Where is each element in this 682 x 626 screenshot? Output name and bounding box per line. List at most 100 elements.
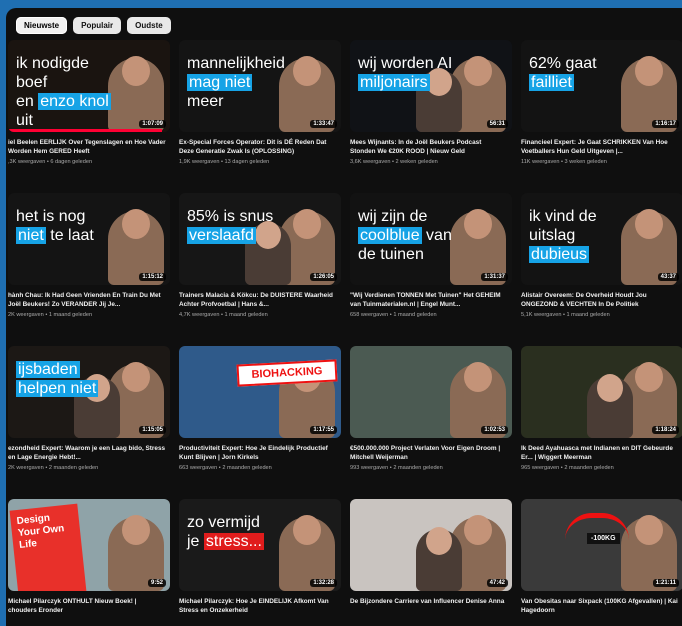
thumbnail-caption-text: de tuinen bbox=[358, 246, 424, 263]
thumbnail-weight-label: -100KG bbox=[587, 533, 620, 544]
video-title[interactable]: Van Obesitas naar Sixpack (100KG Afgeval… bbox=[521, 597, 682, 615]
video-title[interactable]: ezondheid Expert: Waarom je een Laag bid… bbox=[8, 444, 170, 462]
video-duration: 43:37 bbox=[657, 273, 679, 281]
thumbnail-caption-text: niet bbox=[16, 227, 46, 244]
video-thumbnail[interactable]: mannelijkheid mag niet meer 1:33:47 bbox=[179, 40, 341, 132]
video-card[interactable]: wij worden AI miljonairs 56:31 Mees Wijnant… bbox=[350, 40, 512, 193]
video-duration: 1:21:11 bbox=[652, 579, 679, 587]
video-title[interactable]: Mees Wijnants: In de Joël Beukers Podcas… bbox=[350, 138, 512, 156]
video-title[interactable]: iel Beelen EERLIJK Over Tegenslagen en H… bbox=[8, 138, 170, 156]
video-duration: 1:32:28 bbox=[310, 579, 337, 587]
video-card[interactable]: 62% gaat failliet 1:16:17 Financieel Expert… bbox=[521, 40, 682, 193]
thumbnail-caption-text: uit bbox=[16, 112, 33, 129]
thumbnail-caption: wij zijn de coolblue van de tuinen bbox=[358, 207, 454, 264]
video-thumbnail[interactable]: 47:42 bbox=[350, 499, 512, 591]
video-duration: 1:18:24 bbox=[652, 426, 679, 434]
video-card[interactable]: -100KG 1:21:11 Van Obesitas naar Sixpack (… bbox=[521, 499, 682, 626]
video-meta: 1,9K weergaven • 13 dagen geleden bbox=[179, 159, 270, 165]
video-grid: ik nodigde boef en enzo knol uit 1:07:09 ie… bbox=[8, 40, 682, 626]
video-duration: 1:02:53 bbox=[481, 426, 508, 434]
video-meta: 2K weergaven • 1 maand geleden bbox=[8, 312, 93, 318]
thumbnail-caption-text: coolblue bbox=[358, 227, 422, 244]
video-meta: 3,6K weergaven • 2 weken geleden bbox=[350, 159, 438, 165]
video-meta: ,3K weergaven • 6 dagen geleden bbox=[8, 159, 93, 165]
video-title[interactable]: Michael Pilarczyk ONTHULT Nieuw Boek! | … bbox=[8, 597, 170, 615]
video-thumbnail[interactable]: BIOHACKING 1:17:55 bbox=[179, 346, 341, 438]
video-thumbnail[interactable]: 1:18:24 bbox=[521, 346, 682, 438]
video-title[interactable]: hành Chau: Ik Had Geen Vrienden En Train… bbox=[8, 291, 170, 309]
video-meta: 965 weergaven • 2 maanden geleden bbox=[521, 465, 614, 471]
thumbnail-caption-text: wij zijn de bbox=[358, 208, 428, 225]
thumbnail-caption: 85% is snus verslaafd bbox=[187, 207, 283, 245]
thumbnail-caption-text: zo vermijd bbox=[187, 514, 260, 531]
thumbnail-caption-text: dubieus bbox=[529, 246, 590, 263]
video-meta: 4,7K weergaven • 1 maand geleden bbox=[179, 312, 268, 318]
video-title[interactable]: Productiviteit Expert: Hoe Je Eindelijk … bbox=[179, 444, 341, 462]
video-card[interactable]: 47:42 De Bijzondere Carriere van Influenc… bbox=[350, 499, 512, 626]
video-card[interactable]: wij zijn de coolblue van de tuinen 1:31:37 "… bbox=[350, 193, 512, 346]
thumbnail-caption-text: stress... bbox=[203, 533, 264, 550]
video-thumbnail[interactable]: Design Your Own Life 9:52 bbox=[8, 499, 170, 591]
video-title[interactable]: Alistair Overeem: De Overheid Houdt Jou … bbox=[521, 291, 682, 309]
video-title[interactable]: Trainers Malacia & Kökcu: De DUISTERE Wa… bbox=[179, 291, 341, 309]
thumbnail-caption-text: enzo knol bbox=[38, 93, 111, 110]
thumbnail-caption-text: ik nodigde boef bbox=[16, 55, 89, 91]
thumbnail-caption: ik nodigde boef en enzo knol uit bbox=[16, 54, 112, 130]
video-card[interactable]: BIOHACKING 1:17:55 Productiviteit Expert: … bbox=[179, 346, 341, 499]
thumbnail-caption-text: mag niet bbox=[187, 74, 253, 91]
video-grid-panel: Nieuwste Populair Oudste ik nodigde boef… bbox=[6, 8, 682, 626]
thumbnail-caption-text: failliet bbox=[529, 74, 574, 91]
video-card[interactable]: 85% is snus verslaafd 1:26:05 Trainers Mala… bbox=[179, 193, 341, 346]
watch-progress-bar bbox=[8, 129, 162, 132]
thumbnail-caption: ijsbaden helpen niet bbox=[16, 360, 112, 398]
video-title[interactable]: Ik Deed Ayahuasca met Indianen en DIT Ge… bbox=[521, 444, 682, 462]
video-card[interactable]: ik nodigde boef en enzo knol uit 1:07:09 ie… bbox=[8, 40, 170, 193]
thumbnail-caption-text: ijsbaden bbox=[16, 361, 80, 378]
video-card[interactable]: Design Your Own Life 9:52 Michael Pilarczy… bbox=[8, 499, 170, 626]
video-card[interactable]: mannelijkheid mag niet meer 1:33:47 Ex-Spec… bbox=[179, 40, 341, 193]
video-duration: 47:42 bbox=[486, 579, 508, 587]
thumbnail-caption-text: mannelijkheid bbox=[187, 55, 285, 72]
video-thumbnail[interactable]: wij zijn de coolblue van de tuinen 1:31:37 bbox=[350, 193, 512, 285]
chip-oudste[interactable]: Oudste bbox=[127, 17, 171, 34]
video-card[interactable]: ijsbaden helpen niet 1:15:05 ezondheid Expe… bbox=[8, 346, 170, 499]
video-thumbnail[interactable]: ik vind de uitslag dubieus 43:37 bbox=[521, 193, 682, 285]
sort-chips: Nieuwste Populair Oudste bbox=[16, 17, 171, 34]
video-card[interactable]: ik vind de uitslag dubieus 43:37 Alistair Ov… bbox=[521, 193, 682, 346]
video-thumbnail[interactable]: het is nog niet te laat 1:15:12 bbox=[8, 193, 170, 285]
video-duration: 1:16:17 bbox=[652, 120, 679, 128]
video-duration: 1:15:05 bbox=[139, 426, 166, 434]
video-title[interactable]: Michael Pilarczyk: Hoe Je EINDELIJK Afko… bbox=[179, 597, 341, 615]
video-duration: 56:31 bbox=[486, 120, 508, 128]
video-title[interactable]: €500.000.000 Project Verlaten Voor Eigen… bbox=[350, 444, 512, 462]
video-thumbnail[interactable]: 1:02:53 bbox=[350, 346, 512, 438]
video-card[interactable]: 1:18:24 Ik Deed Ayahuasca met Indianen en… bbox=[521, 346, 682, 499]
thumbnail-caption-text: uitslag bbox=[529, 227, 576, 244]
video-duration: 1:31:37 bbox=[481, 273, 508, 281]
video-title[interactable]: Financieel Expert: Je Gaat SCHRIKKEN Van… bbox=[521, 138, 682, 156]
video-card[interactable]: zo vermijd je stress... 1:32:28 Michael Pil… bbox=[179, 499, 341, 626]
video-title[interactable]: "Wij Verdienen TONNEN Met Tuinen" Het GE… bbox=[350, 291, 512, 309]
chip-populair[interactable]: Populair bbox=[73, 17, 122, 34]
video-card[interactable]: het is nog niet te laat 1:15:12 hành Chau: … bbox=[8, 193, 170, 346]
video-title[interactable]: Ex-Special Forces Operator: Dit is DÉ Re… bbox=[179, 138, 341, 156]
video-thumbnail[interactable]: ijsbaden helpen niet 1:15:05 bbox=[8, 346, 170, 438]
chip-nieuwste[interactable]: Nieuwste bbox=[16, 17, 68, 34]
thumbnail-caption: mannelijkheid mag niet meer bbox=[187, 54, 285, 111]
video-duration: 9:52 bbox=[147, 579, 166, 587]
video-meta: 11K weergaven • 3 weken geleden bbox=[521, 159, 607, 165]
video-thumbnail[interactable]: zo vermijd je stress... 1:32:28 bbox=[179, 499, 341, 591]
video-duration: 1:07:09 bbox=[139, 120, 166, 128]
video-thumbnail[interactable]: 85% is snus verslaafd 1:26:05 bbox=[179, 193, 341, 285]
thumbnail-caption-text: 62% gaat bbox=[529, 55, 597, 72]
video-thumbnail[interactable]: ik nodigde boef en enzo knol uit 1:07:09 bbox=[8, 40, 170, 132]
thumbnail-caption: ik vind de uitslag dubieus bbox=[529, 207, 625, 264]
video-thumbnail[interactable]: 62% gaat failliet 1:16:17 bbox=[521, 40, 682, 132]
video-meta: 2K weergaven • 2 maanden geleden bbox=[8, 465, 99, 471]
video-card[interactable]: 1:02:53 €500.000.000 Project Verlaten Voo… bbox=[350, 346, 512, 499]
video-thumbnail[interactable]: -100KG 1:21:11 bbox=[521, 499, 682, 591]
video-duration: 1:26:05 bbox=[310, 273, 337, 281]
video-thumbnail[interactable]: wij worden AI miljonairs 56:31 bbox=[350, 40, 512, 132]
video-duration: 1:33:47 bbox=[310, 120, 337, 128]
video-title[interactable]: De Bijzondere Carriere van Influencer De… bbox=[350, 597, 512, 615]
